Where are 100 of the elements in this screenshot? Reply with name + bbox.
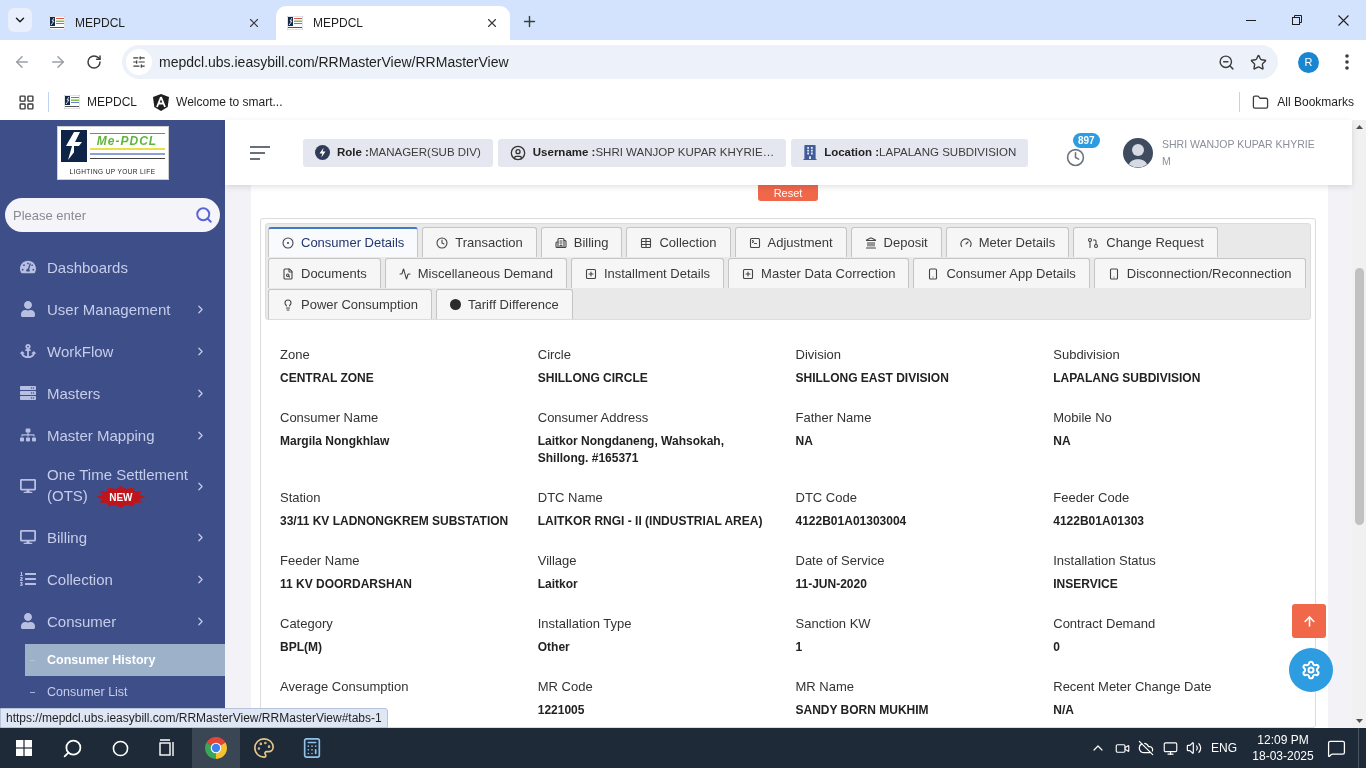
- bookmark-title: Welcome to smart...: [176, 94, 283, 111]
- sidebar-submenu-item[interactable]: Consumer List: [25, 676, 225, 708]
- field-label: MR Name: [795, 678, 855, 696]
- sidebar-menu-item[interactable]: Consumer: [0, 600, 225, 642]
- field-label: Feeder Code: [1053, 489, 1131, 507]
- info-text: Location :LAPALANG SUBDIVISION: [824, 144, 1017, 160]
- lightning-icon: [315, 145, 330, 160]
- gauge-icon: [959, 236, 972, 249]
- arrow-right-icon: [49, 53, 67, 71]
- tab[interactable]: Consumer App Details: [913, 258, 1090, 288]
- sidebar-menu-item[interactable]: Master Mapping: [0, 414, 225, 456]
- anchor-icon: [20, 343, 36, 359]
- tab[interactable]: Change Request: [1073, 227, 1218, 257]
- scrollbar-thumb[interactable]: [1354, 268, 1364, 525]
- sidebar-menu-item[interactable]: One Time Settlement (OTS) NEW: [0, 456, 225, 516]
- tab[interactable]: Documents: [268, 258, 381, 288]
- triangle-down-icon: [1355, 719, 1363, 723]
- tab[interactable]: Power Consumption: [268, 289, 433, 319]
- settings-icon: [1301, 660, 1321, 680]
- tab[interactable]: Miscellaneous Demand: [384, 258, 567, 288]
- lightbulb-icon: [282, 298, 294, 311]
- sitemap-icon: [20, 427, 36, 443]
- tab[interactable]: Deposit: [850, 227, 942, 257]
- tab[interactable]: Billing: [540, 227, 623, 257]
- date-text: 18-03-2025: [1252, 748, 1314, 764]
- cloud-off-icon: [1138, 740, 1154, 756]
- more-icon: [1345, 54, 1349, 70]
- field-label: MR Code: [537, 678, 594, 696]
- tab[interactable]: Transaction: [422, 227, 537, 257]
- tab[interactable]: Adjustment: [734, 227, 847, 257]
- tab[interactable]: Tariff Difference: [436, 289, 573, 319]
- browser-tab[interactable]: MEPDCL: [276, 6, 510, 40]
- tab[interactable]: Meter Details: [945, 227, 1070, 257]
- clock-icon: [1065, 148, 1085, 167]
- sidebar-menu-item[interactable]: Billing: [0, 516, 225, 558]
- all-bookmarks-button[interactable]: All Bookmarks: [1252, 93, 1354, 111]
- address-bar[interactable]: mepdcl.ubs.ieasybill.com/RRMasterView/RRMasterView: [122, 45, 1278, 79]
- language-button[interactable]: ENG: [1208, 728, 1240, 768]
- field-label: Zone: [280, 346, 311, 364]
- user-icon: [20, 301, 36, 317]
- field-value: Margila Nongkhlaw: [280, 433, 391, 450]
- scroll-top-button[interactable]: [1292, 604, 1326, 638]
- dash-icon: [30, 691, 35, 693]
- sidebar-menu-item[interactable]: Collection: [0, 558, 225, 600]
- user-circle-icon: [509, 144, 526, 161]
- info-text: Role :MANAGER(SUB DIV): [337, 144, 481, 160]
- palette-icon: [253, 737, 275, 759]
- tab[interactable]: Installment Details: [570, 258, 725, 288]
- tab[interactable]: Disconnection/Reconnection: [1093, 258, 1306, 288]
- close-icon: [1337, 14, 1349, 26]
- menu-button[interactable]: [250, 144, 270, 161]
- field-value: SANDY BORN MUKHIM: [795, 702, 930, 719]
- field-value: 11 KV DOORDARSHAN: [280, 576, 414, 593]
- search-field[interactable]: Please enter: [5, 198, 220, 232]
- avatar-icon[interactable]: [1123, 137, 1153, 168]
- bookmark-item[interactable]: Welcome to smart...: [147, 88, 289, 116]
- tab-search-button[interactable]: [8, 8, 32, 32]
- field-value: 4122B01A01303: [1053, 513, 1145, 530]
- shield-logo-icon: [153, 93, 169, 111]
- field-value: 4122B01A01303004: [795, 513, 908, 530]
- field-value: INSERVICE: [1053, 576, 1119, 593]
- logo-emblem-icon: [60, 130, 87, 162]
- tab[interactable]: Collection: [626, 227, 731, 257]
- circle-dot-icon: [282, 237, 294, 249]
- logo-icon: [64, 95, 80, 109]
- table-icon: [640, 236, 653, 249]
- notifications-button[interactable]: [1065, 147, 1085, 168]
- field-value: 0: [1053, 639, 1061, 656]
- menu-icon: [250, 145, 270, 160]
- tab[interactable]: Master Data Correction: [728, 258, 910, 288]
- speaker-icon: [1186, 740, 1202, 756]
- status-url: https://mepdcl.ubs.ieasybill.com/RRMasterView/RRMasterView#tabs-1: [0, 708, 388, 728]
- field-value: 11-JUN-2020: [795, 576, 868, 593]
- field-value: NA: [1053, 433, 1072, 450]
- triangle-up-icon: [1355, 125, 1363, 129]
- field-label: Contract Demand: [1053, 615, 1157, 633]
- folder-icon: [1252, 93, 1270, 111]
- clock-area[interactable]: 12:09 PM 18-03-2025: [1252, 732, 1314, 764]
- profile-avatar[interactable]: R: [1298, 51, 1319, 73]
- apps-button[interactable]: [16, 92, 36, 112]
- chrome-taskbar-button[interactable]: [192, 728, 240, 768]
- field-label: Sanction KW: [795, 615, 872, 633]
- message-icon: [1326, 738, 1346, 758]
- field-label: Village: [537, 552, 578, 570]
- field-value: NA: [795, 433, 814, 450]
- tab[interactable]: Consumer Details: [268, 227, 419, 257]
- field-label: DTC Name: [537, 489, 604, 507]
- sidebar-menu-item[interactable]: Masters: [0, 372, 225, 414]
- notification-count: 897: [1073, 132, 1100, 148]
- field-value: Other: [537, 639, 571, 656]
- field-label: Average Consumption: [280, 678, 410, 696]
- field-value: 1221005: [537, 702, 586, 719]
- sidebar-menu-item[interactable]: WorkFlow: [0, 330, 225, 372]
- close-icon: [485, 16, 499, 30]
- sidebar-menu-item[interactable]: Dashboards: [0, 246, 225, 288]
- bookmark-item[interactable]: MEPDCL: [58, 88, 143, 116]
- site-info-icon[interactable]: [126, 49, 152, 75]
- field-label: Circle: [537, 346, 572, 364]
- sidebar-menu-item[interactable]: User Management: [0, 288, 225, 330]
- circle-icon: [111, 739, 129, 757]
